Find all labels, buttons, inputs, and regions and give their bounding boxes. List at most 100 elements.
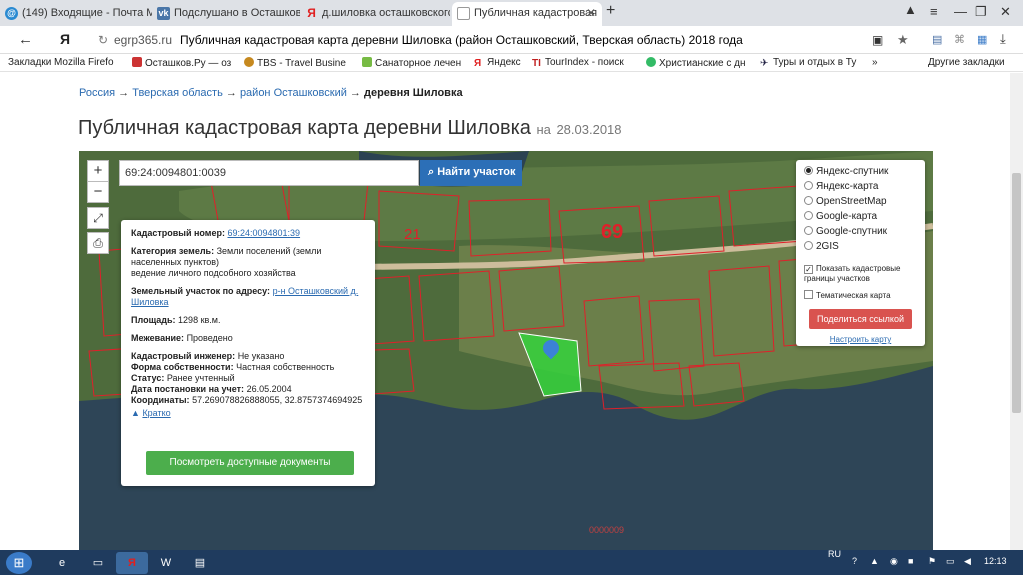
view-documents-button[interactable]: Посмотреть доступные документы bbox=[146, 451, 354, 475]
address-row: Земельный участок по адресу: р-н Осташко… bbox=[131, 286, 365, 308]
yandex-home-icon[interactable]: Я bbox=[60, 31, 70, 47]
breadcrumb-separator: → bbox=[118, 87, 130, 99]
bookmark-item[interactable]: Санаторное лечен bbox=[362, 57, 462, 69]
category-label: Категория земель: bbox=[131, 246, 215, 256]
bookmark-alert-icon[interactable]: ▲ bbox=[904, 2, 917, 17]
extension-icon[interactable]: ▤ bbox=[932, 33, 942, 46]
layer-option[interactable]: Google-карта bbox=[804, 211, 917, 226]
bookmark-item[interactable]: Я Яндекс bbox=[474, 57, 529, 68]
radio-icon bbox=[804, 211, 813, 220]
menu-icon[interactable]: ≡ bbox=[930, 4, 938, 19]
bookmark-item[interactable]: Христианские с дн bbox=[646, 57, 758, 69]
checkmark-icon: ✓ bbox=[804, 265, 813, 274]
zoom-out-button[interactable]: − bbox=[87, 181, 109, 203]
layer-option[interactable]: Яндекс-спутник bbox=[804, 166, 917, 181]
layer-option[interactable]: 2GIS bbox=[804, 241, 917, 256]
tray-app-icon[interactable]: ■ bbox=[908, 556, 913, 566]
map-layers-panel: Яндекс-спутник Яндекс-карта OpenStreetMa… bbox=[796, 160, 925, 346]
address-label: Земельный участок по адресу: bbox=[131, 286, 271, 296]
translate-icon[interactable]: ⌘ bbox=[954, 33, 965, 46]
caret-up-icon: ▲ bbox=[131, 408, 140, 418]
vk-icon: vk bbox=[157, 7, 170, 20]
coords-row: Координаты: 57.269078826888055, 32.87573… bbox=[131, 395, 365, 406]
layer-option[interactable]: Яндекс-карта bbox=[804, 181, 917, 196]
new-tab-button[interactable]: + bbox=[606, 2, 615, 20]
start-button[interactable]: ⊞ bbox=[6, 552, 32, 574]
tab-vk[interactable]: vk Подслушано в Осташкове bbox=[152, 2, 300, 26]
engineer-row: Кадастровый инженер: Не указано bbox=[131, 351, 365, 362]
bookmark-item[interactable]: ✈ Туры и отдых в Ту bbox=[760, 57, 860, 68]
scrollbar-thumb[interactable] bbox=[1012, 173, 1021, 413]
close-window-icon[interactable]: ✕ bbox=[1000, 4, 1011, 20]
tab-label: Публичная кадастровая bbox=[474, 7, 598, 19]
breadcrumb-russia[interactable]: Россия bbox=[79, 87, 115, 99]
word-icon[interactable]: W bbox=[150, 552, 182, 574]
zoom-in-button[interactable]: + bbox=[87, 160, 109, 182]
layer-option[interactable]: OpenStreetMap bbox=[804, 196, 917, 211]
bookmark-item[interactable]: TI TourIndex - поиск bbox=[532, 57, 634, 68]
survey-label: Межевание: bbox=[131, 333, 185, 343]
yandex-browser-icon[interactable]: Я bbox=[116, 552, 148, 574]
screenshot-icon[interactable]: ▦ bbox=[977, 33, 987, 46]
tab-yandex[interactable]: Я д.шиловка осташковского р bbox=[300, 2, 450, 26]
star-icon[interactable]: ★ bbox=[897, 32, 909, 48]
explorer-icon[interactable]: ▭ bbox=[82, 552, 114, 574]
clock[interactable]: 12:13 bbox=[984, 556, 1007, 566]
ie-icon[interactable]: e bbox=[46, 552, 78, 574]
page-scrollbar[interactable] bbox=[1010, 73, 1023, 550]
breadcrumb-current: деревня Шиловка bbox=[363, 87, 463, 99]
bookmark-item[interactable]: TBS - Travel Busine bbox=[244, 57, 356, 69]
print-icon[interactable]: ⎙ bbox=[87, 232, 109, 254]
url-field[interactable]: ↻ egrp365.ru Публичная кадастровая карта … bbox=[92, 29, 922, 51]
show-borders-checkbox[interactable]: ✓ Показать кадастровые границы участков bbox=[804, 264, 917, 284]
bookmark-item[interactable]: Закладки Mozilla Firefo bbox=[8, 57, 123, 68]
date-label: Дата постановки на учет: bbox=[131, 384, 245, 394]
tray-monitor-icon[interactable]: ▭ bbox=[946, 556, 955, 567]
cad-number-row: Кадастровый номер: 69:24:0094801:39 bbox=[131, 228, 365, 239]
url-title: Публичная кадастровая карта деревни Шило… bbox=[180, 33, 743, 47]
layer-option[interactable]: Google-спутник bbox=[804, 226, 917, 241]
tab-label: д.шиловка осташковского р bbox=[322, 7, 450, 19]
tray-network-icon[interactable]: ▲ bbox=[870, 556, 879, 566]
radio-icon bbox=[804, 241, 813, 250]
radio-icon bbox=[804, 181, 813, 190]
tray-volume-icon[interactable]: ◀ bbox=[964, 556, 971, 567]
keyboard-language[interactable]: RU bbox=[828, 549, 841, 559]
date-row: Дата постановки на учет: 26.05.2004 bbox=[131, 384, 365, 395]
bookmark-item[interactable]: Осташков.Ру — оз bbox=[132, 57, 237, 69]
fullscreen-icon[interactable]: ⤢ bbox=[87, 207, 109, 229]
tray-flag-icon[interactable]: ⚑ bbox=[928, 556, 936, 567]
page-title-date: 28.03.2018 bbox=[556, 122, 622, 137]
download-icon[interactable]: ⤓ bbox=[1000, 31, 1006, 47]
folder-icon[interactable]: ▤ bbox=[184, 552, 216, 574]
page-title: Публичная кадастровая карта деревни Шило… bbox=[78, 117, 622, 140]
configure-map-link[interactable]: Настроить карту bbox=[804, 335, 917, 344]
radio-icon bbox=[804, 166, 813, 175]
reader-icon[interactable]: ▣ bbox=[872, 33, 883, 47]
cadastral-search-input[interactable]: 69:24:0094801:0039 bbox=[119, 160, 419, 186]
bookmarks-more-button[interactable]: » bbox=[872, 57, 878, 68]
minimize-icon[interactable]: — bbox=[954, 4, 967, 19]
tab-cadastral[interactable]: Публичная кадастровая ✕ bbox=[452, 2, 602, 26]
radio-icon bbox=[804, 226, 813, 235]
cadastral-map[interactable]: + − ⤢ ⎙ 69:24:0094801:0039 ⌕ Найти участ… bbox=[79, 151, 933, 550]
back-icon[interactable]: ← bbox=[18, 31, 33, 48]
breadcrumb-district[interactable]: район Осташковский bbox=[240, 87, 347, 99]
yandex-icon: Я bbox=[307, 6, 316, 20]
collapse-link[interactable]: ▲ Кратко bbox=[131, 408, 365, 418]
maximize-icon[interactable]: ❐ bbox=[975, 4, 987, 20]
tray-chrome-icon[interactable]: ◉ bbox=[890, 556, 898, 567]
address-bar: ← Я ↻ egrp365.ru Публичная кадастровая ка… bbox=[0, 26, 1023, 54]
close-tab-icon[interactable]: ✕ bbox=[586, 6, 596, 20]
tab-mail[interactable]: @ (149) Входящие - Почта Ма bbox=[0, 2, 152, 26]
tray-help-icon[interactable]: ? bbox=[852, 556, 857, 566]
find-parcel-button[interactable]: ⌕ Найти участок bbox=[420, 160, 522, 186]
other-bookmarks[interactable]: Другие закладки bbox=[928, 57, 1005, 68]
thematic-map-checkbox[interactable]: Тематическая карта bbox=[804, 290, 917, 301]
cad-number-link[interactable]: 69:24:0094801:39 bbox=[227, 228, 300, 238]
breadcrumb-region[interactable]: Тверская область bbox=[132, 87, 223, 99]
share-link-button[interactable]: Поделиться ссылкой bbox=[809, 309, 912, 329]
refresh-icon[interactable]: ↻ bbox=[98, 33, 108, 47]
tab-label: Подслушано в Осташкове bbox=[174, 7, 300, 19]
site-icon bbox=[362, 57, 372, 67]
